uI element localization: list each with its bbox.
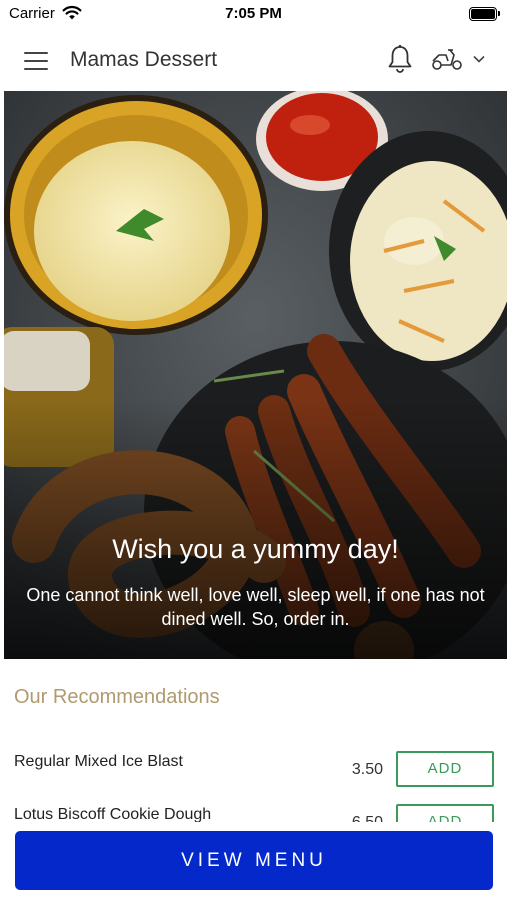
item-name: Regular Mixed Ice Blast [14, 753, 183, 770]
chevron-down-icon[interactable] [472, 53, 486, 65]
status-bar: Carrier 7:05 PM [0, 0, 507, 28]
battery-icon [469, 7, 500, 21]
item-price: 6.50 [352, 814, 383, 822]
scooter-icon[interactable] [430, 46, 464, 72]
hero-subtitle: One cannot think well, love well, sleep … [26, 585, 485, 629]
list-item: Lotus Biscoff Cookie Dough 6.50 ADD [0, 804, 507, 822]
item-price: 3.50 [351, 761, 383, 778]
hero-title: Wish you a yummy day! [112, 534, 399, 564]
bell-icon[interactable] [386, 44, 414, 74]
add-button[interactable]: ADD [396, 804, 494, 822]
add-button[interactable]: ADD [396, 751, 494, 787]
recommendations-list: Regular Mixed Ice Blast 3.50 ADD Lotus B… [0, 740, 507, 822]
app-header: Mamas Dessert [0, 28, 507, 91]
view-menu-button[interactable]: VIEW MENU [15, 831, 493, 890]
recommendations-heading: Our Recommendations [14, 686, 220, 708]
item-name: Lotus Biscoff Cookie Dough [14, 806, 212, 822]
restaurant-title: Mamas Dessert [70, 48, 218, 71]
menu-icon[interactable] [24, 52, 48, 70]
clock: 7:05 PM [225, 5, 282, 22]
app-screen: Carrier 7:05 PM Mamas Dessert Wish you a… [0, 0, 507, 900]
hero-banner: Wish you a yummy day! One cannot think w… [4, 91, 507, 659]
list-item: Regular Mixed Ice Blast 3.50 ADD [0, 751, 507, 793]
